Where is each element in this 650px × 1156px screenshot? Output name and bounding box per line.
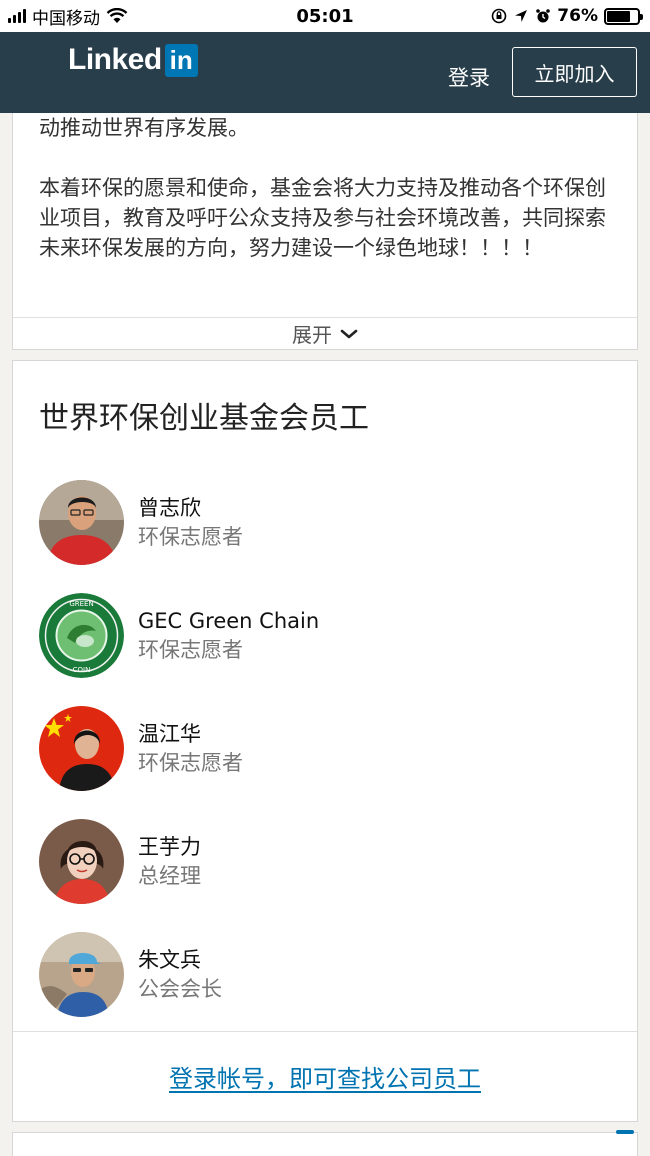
- employee-item[interactable]: 王芋力 总经理: [39, 805, 619, 918]
- employee-role: 环保志愿者: [138, 750, 243, 775]
- scroll-indicator: [616, 1130, 634, 1134]
- about-card: 动推动世界有序发展。 本着环保的愿景和使命，基金会将大力支持及推动各个环保创业项…: [12, 113, 638, 350]
- chevron-down-icon: [340, 329, 358, 338]
- alarm-icon: [536, 9, 551, 23]
- status-right: 76%: [491, 6, 643, 26]
- employee-info: 朱文兵 公会会长: [138, 946, 222, 1004]
- employee-item[interactable]: 朱文兵 公会会长: [39, 918, 619, 1031]
- employee-name[interactable]: 朱文兵: [138, 946, 222, 974]
- location-icon: [515, 10, 528, 22]
- join-now-button[interactable]: 立即加入: [512, 47, 637, 97]
- avatar: GREEN COIN: [39, 593, 124, 678]
- battery-level: [607, 10, 630, 22]
- employee-info: GEC Green Chain 环保志愿者: [138, 607, 319, 665]
- employee-item[interactable]: GREEN COIN GEC Green Chain 环保志愿者: [39, 579, 619, 692]
- carrier-label: 中国移动: [32, 8, 100, 29]
- battery-icon: [604, 7, 643, 25]
- employee-name[interactable]: 王芋力: [138, 833, 201, 861]
- battery-percent: 76%: [557, 6, 598, 26]
- next-card: [12, 1132, 638, 1156]
- employee-info: 王芋力 总经理: [138, 833, 201, 891]
- expand-button[interactable]: 展开: [13, 317, 637, 349]
- svg-text:GREEN: GREEN: [69, 600, 93, 608]
- avatar: [39, 819, 124, 904]
- employee-role: 环保志愿者: [138, 637, 243, 662]
- signin-link[interactable]: 登录: [448, 62, 490, 92]
- logo-in-badge: in: [164, 43, 198, 77]
- signin-to-find-employees-link[interactable]: 登录帐号，即可查找公司员工: [169, 1059, 481, 1094]
- employee-info: 温江华 环保志愿者: [138, 720, 243, 778]
- employees-title: 世界环保创业基金会员工: [39, 401, 369, 436]
- employee-role: 公会会长: [138, 976, 222, 1001]
- expand-label: 展开: [292, 323, 332, 347]
- rotation-lock-icon: [491, 8, 507, 24]
- about-description: 动推动世界有序发展。 本着环保的愿景和使命，基金会将大力支持及推动各个环保创业项…: [39, 113, 619, 263]
- employees-footer: 登录帐号，即可查找公司员工: [13, 1031, 637, 1121]
- logo-text: Linked: [68, 43, 162, 76]
- employee-name[interactable]: 温江华: [138, 720, 243, 748]
- status-left: 中国移动: [8, 4, 128, 29]
- employee-name[interactable]: GEC Green Chain: [138, 607, 319, 635]
- employee-role: 环保志愿者: [138, 524, 243, 549]
- avatar: [39, 480, 124, 565]
- about-paragraph-2: 本着环保的愿景和使命，基金会将大力支持及推动各个环保创业项目，教育及呼吁公众支持…: [39, 176, 606, 260]
- signal-icon: [8, 9, 26, 23]
- avatar: [39, 932, 124, 1017]
- employee-list: 曾志欣 环保志愿者 GREEN COIN GEC Green Chain 环保志…: [39, 466, 619, 1031]
- status-bar: 中国移动 05:01 76%: [0, 0, 650, 32]
- employee-name[interactable]: 曾志欣: [138, 494, 243, 522]
- employee-role: 总经理: [138, 863, 201, 888]
- employee-info: 曾志欣 环保志愿者: [138, 494, 243, 552]
- clock-time: 05:01: [296, 5, 354, 27]
- about-paragraph-1: 动推动世界有序发展。: [39, 116, 249, 140]
- linkedin-logo[interactable]: Linked in: [68, 43, 198, 77]
- avatar: [39, 706, 124, 791]
- wifi-icon: [106, 8, 128, 23]
- employee-item[interactable]: 曾志欣 环保志愿者: [39, 466, 619, 579]
- employees-card: 世界环保创业基金会员工 曾志欣 环保志愿者 GREEN COIN GEC Gre…: [12, 360, 638, 1122]
- svg-text:COIN: COIN: [73, 666, 91, 674]
- employee-item[interactable]: 温江华 环保志愿者: [39, 692, 619, 805]
- top-navigation: Linked in 登录 立即加入: [0, 32, 650, 113]
